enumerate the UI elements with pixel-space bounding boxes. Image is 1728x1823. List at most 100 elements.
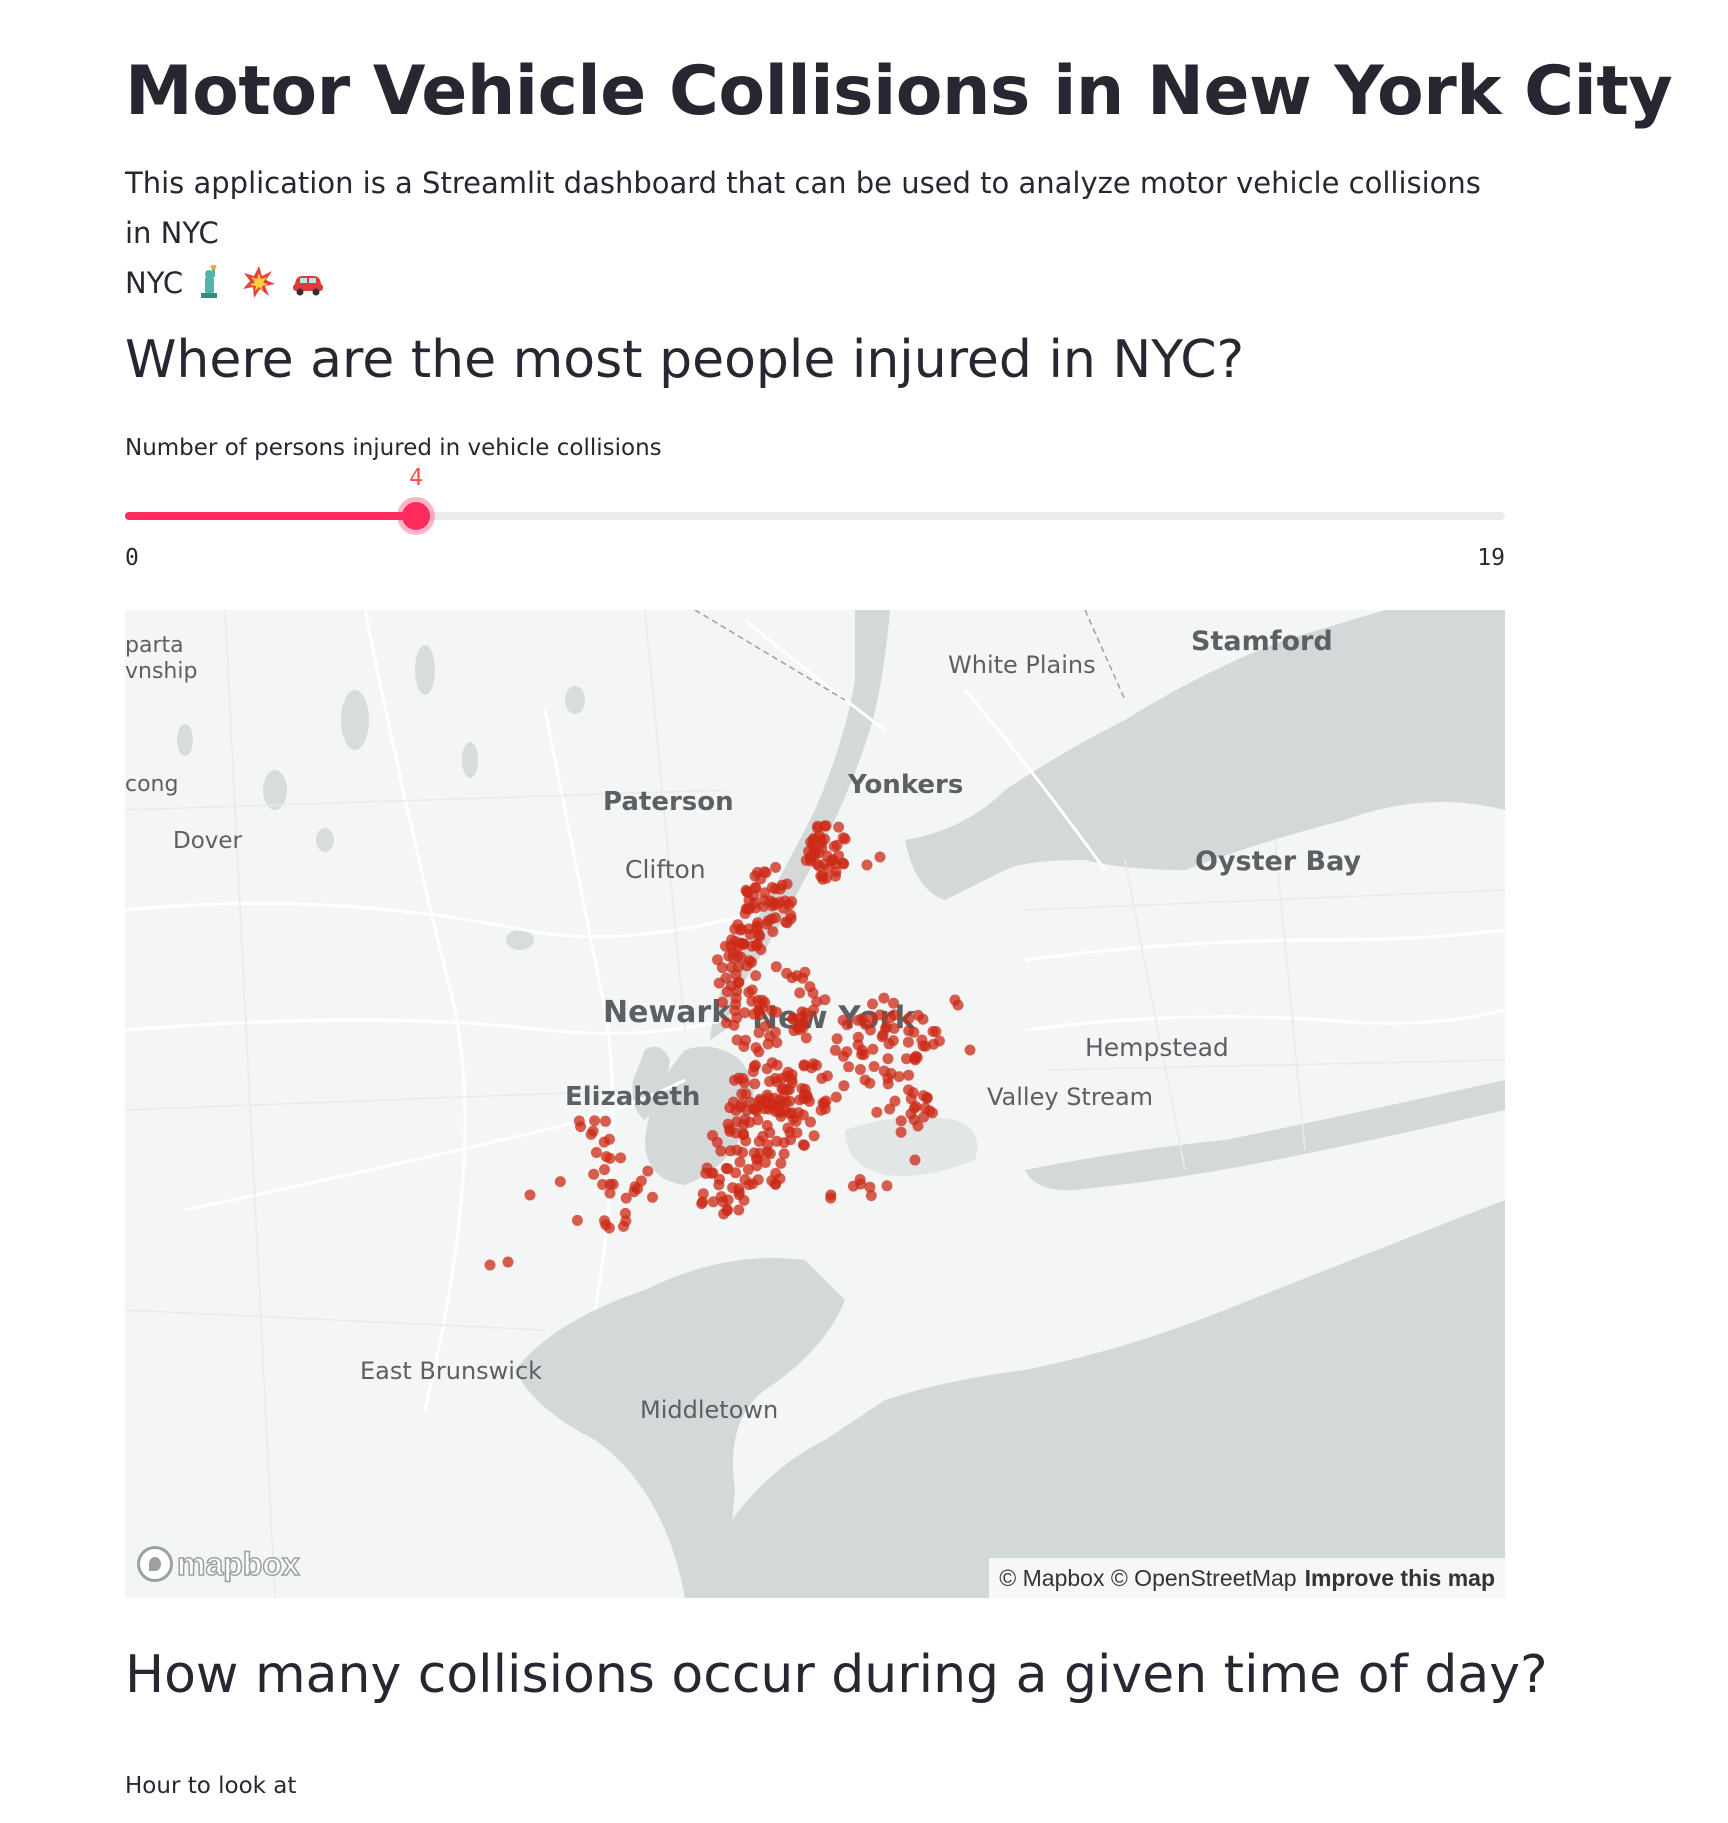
collision-point xyxy=(964,1044,976,1056)
collision-point xyxy=(902,1036,914,1048)
collision-icon xyxy=(242,266,275,298)
collision-point xyxy=(737,1147,749,1158)
collision-point xyxy=(895,1115,907,1127)
collision-point xyxy=(895,1126,907,1138)
collision-point xyxy=(573,1115,585,1127)
section-heading-time-of-day: How many collisions occur during a given… xyxy=(125,1645,1548,1705)
collision-point xyxy=(782,1066,794,1078)
collision-point xyxy=(882,1053,894,1065)
collision-point xyxy=(730,1167,742,1179)
collision-point xyxy=(804,981,816,993)
collision-point xyxy=(911,1051,923,1063)
collision-point xyxy=(794,987,806,999)
map-canvas[interactable]: parta vnship White Plains Stamford cong … xyxy=(125,610,1505,1598)
collision-point xyxy=(908,1026,920,1038)
label-paterson: Paterson xyxy=(603,787,734,817)
collision-point xyxy=(874,851,886,863)
label-township: vnship xyxy=(125,659,197,684)
label-sparta: parta xyxy=(125,633,184,658)
collision-point xyxy=(871,1106,883,1118)
collision-point xyxy=(743,894,755,906)
collision-point xyxy=(769,912,781,924)
label-middletown: Middletown xyxy=(640,1396,778,1424)
collision-point xyxy=(861,859,873,871)
label-newark: Newark xyxy=(603,995,732,1030)
map-attribution: © Mapbox © OpenStreetMap Improve this map xyxy=(989,1558,1505,1598)
collision-point xyxy=(635,1175,647,1187)
collision-point xyxy=(918,1090,929,1102)
collision-point xyxy=(746,984,758,996)
collision-point xyxy=(852,1031,864,1043)
collision-point xyxy=(571,1214,583,1226)
injured-slider-label: Number of persons injured in vehicle col… xyxy=(125,435,662,461)
collision-point xyxy=(908,1114,920,1126)
collision-point xyxy=(797,972,809,984)
mapbox-logo[interactable]: mapbox xyxy=(137,1542,300,1586)
collision-point xyxy=(620,1215,632,1227)
collision-point xyxy=(749,870,761,882)
collision-point xyxy=(770,861,782,873)
collision-point xyxy=(749,1078,761,1090)
collision-point xyxy=(736,1088,748,1100)
collision-point xyxy=(771,1059,783,1071)
collision-point xyxy=(888,1022,900,1034)
collision-point xyxy=(731,1012,743,1024)
collision-point xyxy=(775,1107,787,1118)
label-yonkers: Yonkers xyxy=(847,770,963,800)
slider-thumb[interactable] xyxy=(402,502,430,530)
collision-point xyxy=(761,1120,773,1131)
collision-point xyxy=(786,972,798,984)
collision-point xyxy=(833,821,845,833)
collision-point xyxy=(716,996,728,1008)
attribution-text[interactable]: © Mapbox © OpenStreetMap xyxy=(999,1565,1296,1591)
collision-point xyxy=(590,1147,602,1158)
collision-point xyxy=(868,1061,880,1072)
label-hempstead: Hempstead xyxy=(1085,1033,1229,1062)
collision-point xyxy=(707,1130,718,1141)
collision-point xyxy=(707,1167,719,1179)
collision-point xyxy=(805,1116,816,1128)
collision-point xyxy=(615,1152,627,1164)
collision-point xyxy=(588,1168,600,1180)
collision-point xyxy=(759,887,771,899)
injured-slider[interactable]: 4 0 19 xyxy=(125,465,1505,575)
collision-point xyxy=(741,1104,753,1116)
collision-point xyxy=(736,937,748,949)
collision-point xyxy=(770,961,782,973)
collision-point xyxy=(755,944,767,956)
collision-point xyxy=(881,1180,893,1192)
collision-point xyxy=(865,1012,877,1024)
collision-point xyxy=(750,1042,762,1054)
collision-point xyxy=(831,1033,843,1045)
collision-point xyxy=(933,1035,945,1047)
collision-point xyxy=(740,1034,751,1046)
collision-point xyxy=(798,1093,810,1105)
collision-point xyxy=(887,1035,899,1047)
collision-point xyxy=(589,1115,601,1127)
collision-point xyxy=(554,1176,566,1188)
mapbox-logo-text: mapbox xyxy=(176,1545,300,1583)
label-valley-stream: Valley Stream xyxy=(987,1083,1153,1111)
collision-point xyxy=(750,970,762,982)
label-dover: Dover xyxy=(173,828,243,854)
collision-point xyxy=(854,1064,866,1075)
slider-track-fill xyxy=(125,512,416,520)
collision-point xyxy=(784,1126,796,1138)
collision-point xyxy=(912,1009,924,1021)
collision-point xyxy=(754,1095,766,1107)
collision-point xyxy=(822,862,834,874)
collision-point xyxy=(730,1104,742,1116)
improve-map-link[interactable]: Improve this map xyxy=(1305,1565,1495,1591)
collision-point xyxy=(889,1095,901,1107)
collision-point xyxy=(733,1204,745,1216)
collision-point xyxy=(837,1014,849,1026)
collision-point xyxy=(600,1219,612,1231)
collision-point xyxy=(713,977,725,989)
slider-track[interactable] xyxy=(125,512,1505,520)
collision-point xyxy=(742,1164,754,1175)
collision-point xyxy=(901,1053,912,1065)
nyc-text: NYC xyxy=(125,266,184,300)
collisions-map[interactable]: parta vnship White Plains Stamford cong … xyxy=(125,610,1505,1598)
collision-point xyxy=(838,1050,849,1062)
collision-point xyxy=(830,1091,842,1103)
